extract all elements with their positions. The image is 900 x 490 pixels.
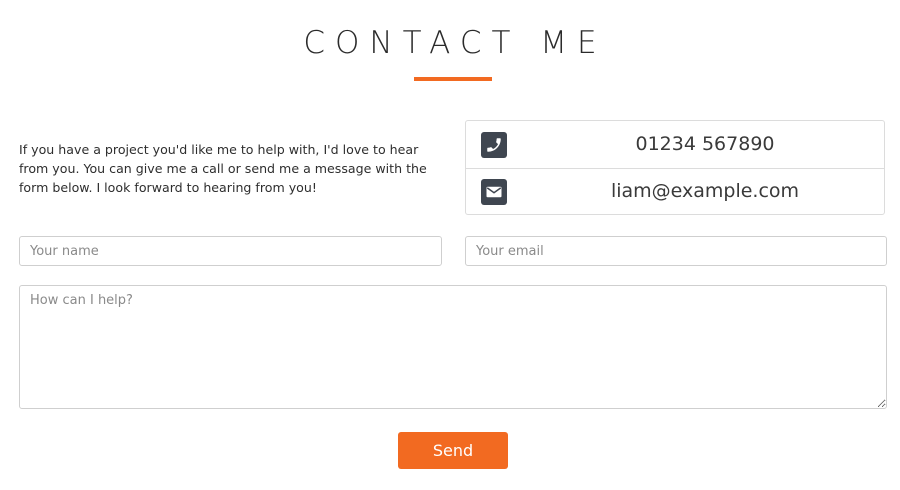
page-title: CONTACT ME bbox=[303, 25, 607, 61]
intro-text: If you have a project you'd like me to h… bbox=[19, 142, 427, 195]
phone-number[interactable]: 01234 567890 bbox=[526, 121, 884, 168]
title-underline bbox=[414, 77, 492, 81]
contact-row-email: liam@example.com bbox=[466, 168, 884, 215]
message-textarea[interactable] bbox=[19, 285, 887, 409]
contact-card: 01234 567890 liam@example.com bbox=[465, 120, 885, 215]
email-input[interactable] bbox=[465, 236, 887, 266]
send-button[interactable]: Send bbox=[398, 432, 508, 469]
name-input[interactable] bbox=[19, 236, 442, 266]
contact-row-phone: 01234 567890 bbox=[466, 121, 884, 169]
envelope-icon bbox=[481, 179, 507, 205]
phone-icon bbox=[481, 132, 507, 158]
email-address[interactable]: liam@example.com bbox=[526, 168, 884, 215]
